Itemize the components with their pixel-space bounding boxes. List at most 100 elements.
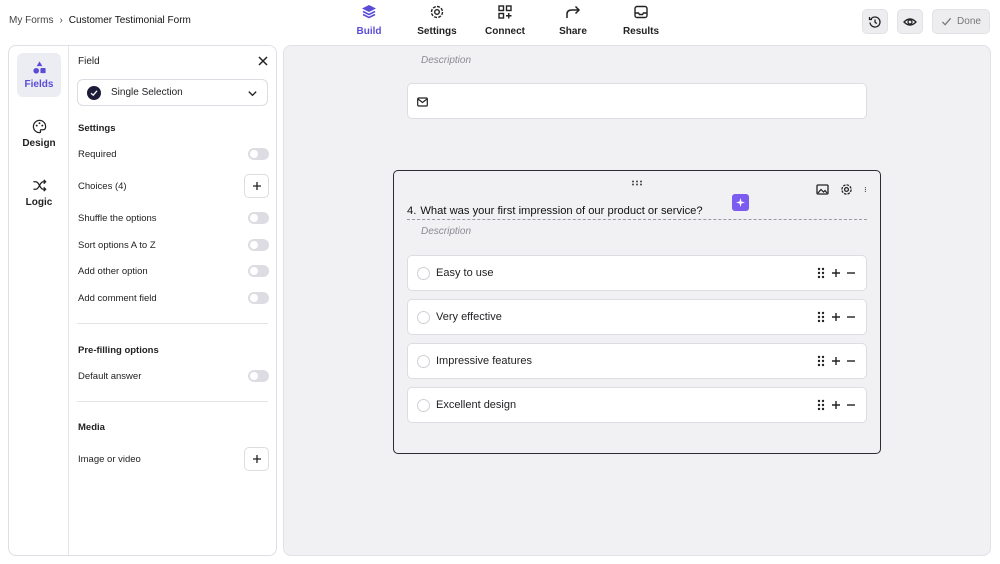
close-icon[interactable] (257, 55, 269, 67)
choice-label[interactable]: Excellent design (436, 399, 516, 411)
default-answer-row: Default answer (78, 367, 269, 385)
shuffle-icon (32, 179, 47, 192)
done-button[interactable]: Done (932, 9, 990, 34)
choice-label[interactable]: Very effective (436, 311, 502, 323)
choice-controls (816, 310, 856, 324)
settings-heading: Settings (78, 123, 116, 134)
choice-option[interactable]: Excellent design (407, 387, 867, 423)
tab-results[interactable]: Results (607, 4, 675, 40)
divider (77, 401, 268, 402)
comment-field-row: Add comment field (78, 289, 269, 307)
default-answer-toggle[interactable] (248, 370, 269, 382)
form-canvas: Description 4. What was your first impres… (283, 45, 991, 556)
ai-sparkle-button[interactable] (732, 194, 749, 211)
more-vertical-icon[interactable] (864, 183, 870, 196)
choices-label: Choices (4) (78, 180, 127, 192)
choice-option[interactable]: Very effective (407, 299, 867, 335)
rail-item-logic[interactable]: Logic (17, 171, 61, 215)
history-icon (868, 15, 881, 28)
shuffle-toggle[interactable] (248, 212, 269, 224)
drag-dots-icon[interactable] (816, 310, 826, 324)
radio-circle[interactable] (417, 398, 430, 412)
tab-share-label: Share (559, 26, 587, 37)
comment-field-toggle[interactable] (248, 292, 269, 304)
field-type-select[interactable]: Single Selection (77, 79, 268, 106)
tab-connect[interactable]: Connect (471, 4, 539, 40)
required-row: Required (78, 145, 269, 163)
required-label: Required (78, 148, 117, 160)
choice-option[interactable]: Easy to use (407, 255, 867, 291)
tab-results-label: Results (622, 26, 660, 37)
question-title[interactable]: 4. What was your first impression of our … (407, 205, 867, 220)
add-media-button[interactable] (244, 447, 269, 471)
other-option-toggle[interactable] (248, 265, 269, 277)
minus-icon[interactable] (846, 354, 856, 368)
share-arrow-icon (566, 5, 581, 18)
media-heading: Media (78, 422, 105, 433)
question-toolbar (816, 183, 870, 196)
plus-icon[interactable] (831, 310, 841, 324)
tab-build-label: Build (356, 26, 382, 37)
radio-circle[interactable] (417, 266, 430, 280)
previous-field-description[interactable]: Description (421, 55, 471, 66)
connect-grid-icon (498, 5, 512, 19)
tab-build[interactable]: Build (335, 4, 403, 40)
drag-handle-icon[interactable] (631, 180, 643, 186)
rail-item-fields[interactable]: Fields (17, 53, 61, 97)
shuffle-label: Shuffle the options (78, 212, 157, 224)
chevron-down-icon (248, 91, 257, 97)
rail-item-design[interactable]: Design (17, 112, 61, 156)
minus-icon[interactable] (846, 310, 856, 324)
choice-label[interactable]: Impressive features (436, 355, 532, 367)
plus-icon[interactable] (831, 398, 841, 412)
preview-button[interactable] (897, 9, 923, 34)
other-option-row: Add other option (78, 262, 269, 280)
sort-toggle[interactable] (248, 239, 269, 251)
side-rail: Fields Design Logic (9, 46, 69, 555)
choice-option[interactable]: Impressive features (407, 343, 867, 379)
left-panel: Fields Design Logic Field Single Selecti… (8, 45, 277, 556)
breadcrumb-my-forms[interactable]: My Forms (9, 15, 53, 26)
radio-circle[interactable] (417, 310, 430, 324)
shapes-icon (32, 61, 46, 74)
tab-connect-label: Connect (485, 26, 525, 37)
question-title-text: What was your first impression of our pr… (420, 205, 703, 217)
add-choice-button[interactable] (244, 174, 269, 198)
radio-circle[interactable] (417, 354, 430, 368)
drag-dots-icon[interactable] (816, 354, 826, 368)
question-card[interactable]: 4. What was your first impression of our … (393, 170, 881, 454)
choices-row: Choices (4) (78, 177, 269, 195)
drag-dots-icon[interactable] (816, 266, 826, 280)
tab-settings[interactable]: Settings (403, 4, 471, 40)
minus-icon[interactable] (846, 398, 856, 412)
breadcrumb-separator: › (59, 15, 63, 26)
history-button[interactable] (862, 9, 888, 34)
media-row: Image or video (78, 450, 269, 468)
gear-icon[interactable] (840, 183, 853, 196)
minus-icon[interactable] (846, 266, 856, 280)
sparkle-icon (736, 198, 745, 207)
plus-icon[interactable] (831, 266, 841, 280)
plus-icon (252, 455, 261, 463)
image-icon[interactable] (816, 183, 829, 196)
gear-icon (430, 5, 444, 19)
plus-icon[interactable] (831, 354, 841, 368)
question-description[interactable]: Description (421, 226, 471, 237)
rail-design-label: Design (22, 138, 56, 149)
breadcrumb-current-form: Customer Testimonial Form (68, 15, 191, 26)
field-settings-panel: Field Single Selection Settings Required… (77, 46, 269, 555)
choice-controls (816, 354, 856, 368)
shuffle-row: Shuffle the options (78, 209, 269, 227)
tab-share[interactable]: Share (539, 4, 607, 40)
single-selection-icon (87, 85, 101, 100)
choice-label[interactable]: Easy to use (436, 267, 493, 279)
eye-icon (903, 17, 917, 26)
drag-dots-icon[interactable] (816, 398, 826, 412)
sort-row: Sort options A to Z (78, 236, 269, 254)
default-answer-label: Default answer (78, 370, 142, 382)
other-option-label: Add other option (78, 265, 148, 277)
email-input-preview[interactable] (407, 83, 867, 119)
media-label: Image or video (78, 453, 141, 465)
required-toggle[interactable] (248, 148, 269, 160)
choice-controls (816, 266, 856, 280)
